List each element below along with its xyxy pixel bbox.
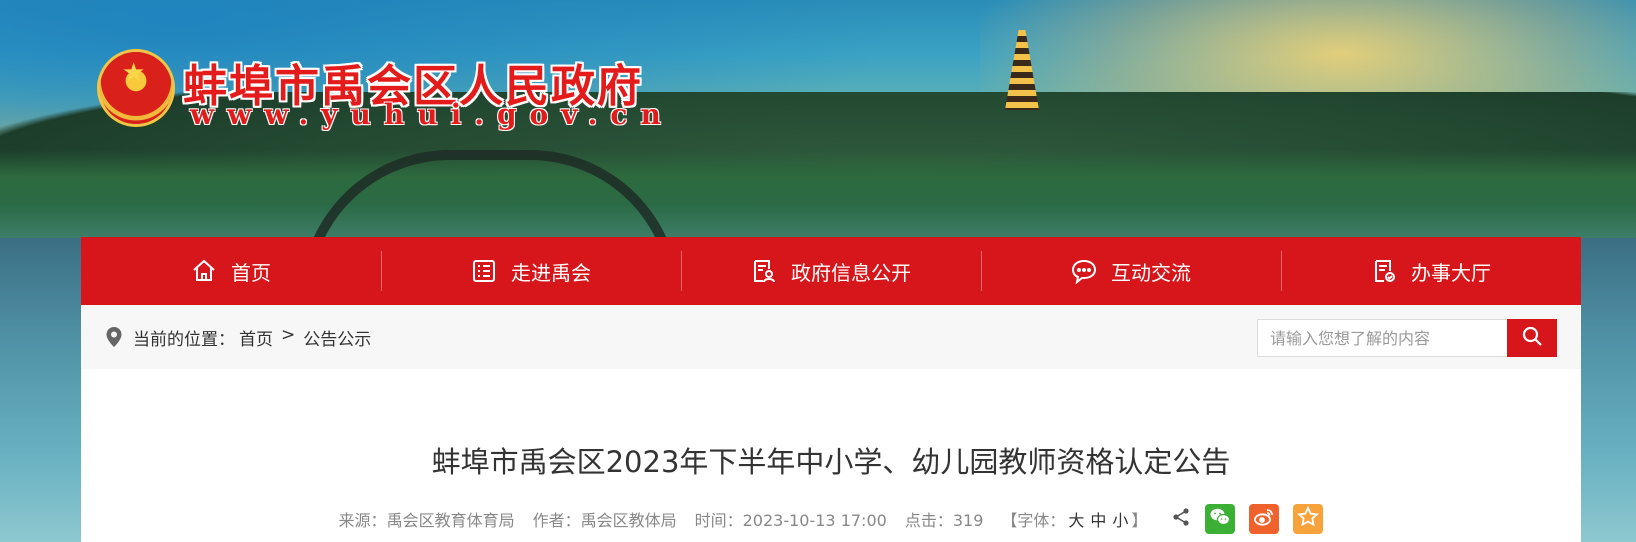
nav-item-interaction[interactable]: 互动交流 bbox=[981, 237, 1281, 305]
treeline-scenery bbox=[0, 150, 1636, 240]
font-size-switch: 【字体：大中小】 bbox=[1001, 507, 1147, 531]
main-nav: 首页 走进禹会 政府信息公开 互动交流 办事大厅 bbox=[81, 237, 1581, 305]
nav-item-about[interactable]: 走进禹会 bbox=[381, 237, 681, 305]
nav-item-home[interactable]: 首页 bbox=[81, 237, 381, 305]
chat-icon bbox=[1071, 258, 1097, 284]
wechat-share-button[interactable] bbox=[1205, 504, 1236, 534]
article-container: 蚌埠市禹会区2023年下半年中小学、幼儿园教师资格认定公告 来源：禹会区教育体育… bbox=[81, 369, 1581, 542]
search-input[interactable] bbox=[1258, 320, 1507, 356]
checklist-icon bbox=[1371, 258, 1397, 284]
font-large-link[interactable]: 大 bbox=[1068, 511, 1084, 530]
meta-author-label: 作者： bbox=[532, 511, 581, 530]
meta-time: 时间：2023-10-13 17:00 bbox=[695, 507, 887, 531]
breadcrumb-prefix: 当前的位置： bbox=[133, 330, 235, 350]
article-title: 蚌埠市禹会区2023年下半年中小学、幼儿园教师资格认定公告 bbox=[431, 445, 1231, 479]
breadcrumb-separator: > bbox=[281, 325, 296, 345]
font-small-link[interactable]: 小 bbox=[1112, 511, 1128, 530]
breadcrumb-home-link[interactable]: 首页 bbox=[239, 325, 273, 350]
document-user-icon bbox=[751, 258, 777, 284]
search-button[interactable] bbox=[1507, 319, 1557, 357]
nav-item-service-hall[interactable]: 办事大厅 bbox=[1281, 237, 1581, 305]
favorite-button[interactable] bbox=[1293, 504, 1324, 534]
share-bar bbox=[1171, 504, 1324, 534]
star-icon bbox=[1296, 505, 1320, 533]
nav-item-gov-info[interactable]: 政府信息公开 bbox=[681, 237, 981, 305]
font-switch-close: 】 bbox=[1131, 511, 1148, 530]
meta-clicks: 点击：319 bbox=[905, 507, 984, 531]
national-emblem-logo: ★ bbox=[100, 52, 172, 124]
share-icon bbox=[1171, 507, 1191, 531]
search-icon bbox=[1521, 325, 1543, 351]
font-switch-open: 【字体： bbox=[1001, 511, 1066, 530]
breadcrumb-bar: 当前的位置： 首页 > 公告公示 bbox=[81, 305, 1581, 369]
weibo-share-button[interactable] bbox=[1249, 504, 1280, 534]
meta-author: 作者：禹会区教体局 bbox=[533, 507, 677, 531]
meta-source-label: 来源： bbox=[338, 511, 387, 530]
site-url: www.yuhui.gov.cn bbox=[190, 98, 674, 131]
meta-clicks-value: 319 bbox=[952, 511, 984, 530]
weibo-icon bbox=[1252, 505, 1276, 533]
list-icon bbox=[471, 258, 497, 284]
nav-item-label: 办事大厅 bbox=[1411, 260, 1491, 285]
nav-item-label: 走进禹会 bbox=[511, 260, 591, 285]
meta-author-value: 禹会区教体局 bbox=[580, 511, 677, 530]
home-icon bbox=[191, 258, 217, 284]
meta-time-label: 时间： bbox=[694, 511, 743, 530]
search-box bbox=[1257, 319, 1557, 357]
nav-item-label: 政府信息公开 bbox=[791, 260, 911, 285]
wechat-icon bbox=[1208, 505, 1232, 533]
font-medium-link[interactable]: 中 bbox=[1090, 511, 1106, 530]
breadcrumb-current-link[interactable]: 公告公示 bbox=[303, 325, 371, 350]
meta-time-value: 2023-10-13 17:00 bbox=[742, 511, 887, 530]
breadcrumb: 当前的位置： 首页 > 公告公示 bbox=[133, 325, 371, 350]
meta-clicks-label: 点击： bbox=[904, 511, 953, 530]
emblem-star-icon: ★ bbox=[122, 58, 146, 88]
article-meta: 来源：禹会区教育体育局 作者：禹会区教体局 时间：2023-10-13 17:0… bbox=[81, 504, 1581, 534]
location-pin-icon bbox=[105, 326, 123, 348]
meta-source: 来源：禹会区教育体育局 bbox=[339, 507, 515, 531]
meta-source-value: 禹会区教育体育局 bbox=[386, 511, 515, 530]
nav-item-label: 互动交流 bbox=[1111, 260, 1191, 285]
nav-item-label: 首页 bbox=[231, 260, 271, 285]
